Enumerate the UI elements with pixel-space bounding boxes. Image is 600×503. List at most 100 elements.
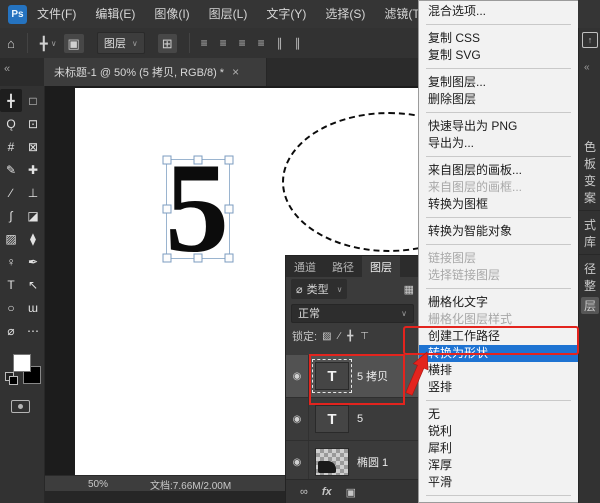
- layer-thumbnail[interactable]: T: [315, 362, 349, 390]
- menu-item-vertical[interactable]: 竖排: [419, 379, 578, 396]
- lock-all-icon[interactable]: ⊤: [360, 331, 369, 342]
- link-layers-icon[interactable]: ∞: [300, 486, 308, 498]
- layer-thumbnail[interactable]: [315, 448, 349, 476]
- pen-tool[interactable]: ✒: [22, 250, 44, 273]
- document-tab[interactable]: 未标题-1 @ 50% (5 拷贝, RGB/8) * ×: [44, 58, 267, 86]
- filter-kind-dropdown[interactable]: ⌀ 类型 ∨: [291, 279, 347, 299]
- menu-item-rasterize-type[interactable]: 栅格化文字: [419, 294, 578, 311]
- home-icon[interactable]: ⌂: [7, 37, 15, 50]
- transform-handle[interactable]: [163, 205, 172, 214]
- visibility-eye-icon[interactable]: ◉: [286, 398, 309, 440]
- auto-select-icon[interactable]: ▣: [64, 34, 84, 53]
- lock-image-pixels-icon[interactable]: ∕: [339, 331, 341, 342]
- menu-item-delete-layer[interactable]: 删除图层: [419, 91, 578, 108]
- menubar-item-type[interactable]: 文字(Y): [266, 7, 306, 21]
- menu-item-duplicate-layer[interactable]: 复制图层...: [419, 74, 578, 91]
- layer-ellipse-1[interactable]: ◉ 椭圆 1: [286, 441, 419, 484]
- menu-item-export-as[interactable]: 导出为...: [419, 135, 578, 152]
- transform-handle[interactable]: [225, 254, 234, 263]
- clone-stamp-tool[interactable]: ⊥: [22, 181, 44, 204]
- distribute-vertical-icon[interactable]: ∥: [295, 36, 301, 50]
- menu-item-create-work-path[interactable]: 创建工作路径: [419, 328, 578, 345]
- share-icon[interactable]: ↑: [582, 32, 598, 48]
- eyedropper-tool[interactable]: ✎: [0, 158, 22, 181]
- layer-mask-icon[interactable]: ▣: [346, 486, 356, 499]
- rectangular-marquee-tool[interactable]: □: [22, 89, 44, 112]
- lock-transparent-pixels-icon[interactable]: ▨: [322, 331, 331, 342]
- blur-tool[interactable]: ⧫: [22, 227, 44, 250]
- move-tool-option-icon[interactable]: ╋: [40, 37, 48, 50]
- menubar-item-layer[interactable]: 图层(L): [209, 7, 248, 21]
- layer-name[interactable]: 椭圆 1: [357, 454, 388, 470]
- type-tool[interactable]: T: [0, 273, 22, 296]
- transform-bounding-box[interactable]: [166, 159, 230, 259]
- brush-tool[interactable]: ∫: [0, 204, 22, 227]
- layer-style-fx-icon[interactable]: fx: [322, 486, 332, 498]
- dock-panel-tab[interactable]: 径: [581, 260, 599, 277]
- show-transform-controls-icon[interactable]: ⊞: [158, 34, 177, 53]
- dock-panel-tab[interactable]: 层: [581, 297, 599, 314]
- edit-toolbar[interactable]: ⋯: [22, 319, 44, 342]
- menu-item-anti-alias-smooth[interactable]: 平滑: [419, 474, 578, 491]
- dock-panel-tab[interactable]: 库: [581, 233, 599, 250]
- menu-item-artboard-from-layers[interactable]: 来自图层的画板...: [419, 162, 578, 179]
- menu-item-anti-alias-strong[interactable]: 浑厚: [419, 457, 578, 474]
- spot-healing-brush-tool[interactable]: ✚: [22, 158, 44, 181]
- object-selection-tool[interactable]: ⊡: [22, 112, 44, 135]
- auto-select-target-dropdown[interactable]: 图层 ∨: [97, 32, 145, 54]
- menu-item-horizontal[interactable]: 横排: [419, 362, 578, 379]
- layer-thumbnail[interactable]: T: [315, 405, 349, 433]
- distribute-horizontal-icon[interactable]: ∥: [277, 36, 283, 50]
- hand-tool[interactable]: ɯ: [22, 296, 44, 319]
- dock-panel-tab[interactable]: 案: [581, 189, 599, 206]
- menubar-item-image[interactable]: 图像(I): [154, 7, 189, 21]
- menu-item-quick-export-png[interactable]: 快速导出为 PNG: [419, 118, 578, 135]
- menu-item-anti-alias-sharp[interactable]: 锐利: [419, 423, 578, 440]
- layer-5-copy[interactable]: ◉T 5 拷贝: [286, 355, 419, 398]
- frame-tool[interactable]: ⊠: [22, 135, 44, 158]
- dodge-tool[interactable]: ♀: [0, 250, 22, 273]
- dock-panel-tab[interactable]: 式: [581, 216, 599, 233]
- expand-panels-icon[interactable]: «: [584, 62, 590, 73]
- align-vertical-icon[interactable]: ≡: [258, 36, 265, 50]
- align-left-icon[interactable]: ≡: [201, 36, 208, 50]
- panel-tab-channels[interactable]: 通道: [286, 256, 324, 277]
- lock-position-icon[interactable]: ╋: [347, 331, 353, 342]
- collapse-toolbar-icon[interactable]: «: [4, 63, 10, 75]
- path-selection-tool[interactable]: ↖: [22, 273, 44, 296]
- transform-handle[interactable]: [194, 254, 203, 263]
- panel-tab-layers[interactable]: 图层: [362, 256, 400, 277]
- menu-item-convert-to-frame[interactable]: 转换为图框: [419, 196, 578, 213]
- layer-name[interactable]: 5 拷贝: [357, 368, 388, 384]
- menu-item-blending-options[interactable]: 混合选项...: [419, 3, 578, 20]
- align-right-icon[interactable]: ≡: [239, 36, 246, 50]
- menubar-item-edit[interactable]: 编辑(E): [95, 7, 135, 21]
- chevron-down-icon[interactable]: ∨: [51, 39, 57, 48]
- menu-item-anti-alias-crisp[interactable]: 犀利: [419, 440, 578, 457]
- dock-panel-tab[interactable]: 色: [581, 138, 599, 155]
- lasso-tool[interactable]: Ǫ: [0, 112, 22, 135]
- transform-handle[interactable]: [163, 254, 172, 263]
- transform-handle[interactable]: [163, 156, 172, 165]
- close-icon[interactable]: ×: [232, 65, 239, 79]
- eraser-tool[interactable]: ◪: [22, 204, 44, 227]
- align-center-icon[interactable]: ≡: [220, 36, 227, 50]
- gradient-tool[interactable]: ▨: [0, 227, 22, 250]
- blend-mode-dropdown[interactable]: 正常 ∨: [291, 304, 414, 323]
- visibility-eye-icon[interactable]: ◉: [286, 355, 309, 397]
- menu-item-anti-alias-none[interactable]: 无: [419, 406, 578, 423]
- menu-item-copy-css[interactable]: 复制 CSS: [419, 30, 578, 47]
- zoom-level-field[interactable]: 50%: [88, 479, 108, 490]
- menu-item-convert-to-shape[interactable]: 转换为形状: [419, 345, 578, 362]
- filter-image-icon[interactable]: ▦: [404, 283, 414, 296]
- dock-panel-tab[interactable]: 变: [581, 172, 599, 189]
- menu-item-convert-to-smart-object[interactable]: 转换为智能对象: [419, 223, 578, 240]
- visibility-eye-icon[interactable]: ◉: [286, 441, 309, 483]
- foreground-color-swatch[interactable]: [13, 354, 31, 372]
- transform-handle[interactable]: [225, 205, 234, 214]
- ellipse-tool[interactable]: ○: [0, 296, 22, 319]
- crop-tool[interactable]: #: [0, 135, 22, 158]
- default-colors-icon[interactable]: [5, 372, 14, 381]
- panel-tab-paths[interactable]: 路径: [324, 256, 362, 277]
- dock-panel-tab[interactable]: 板: [581, 155, 599, 172]
